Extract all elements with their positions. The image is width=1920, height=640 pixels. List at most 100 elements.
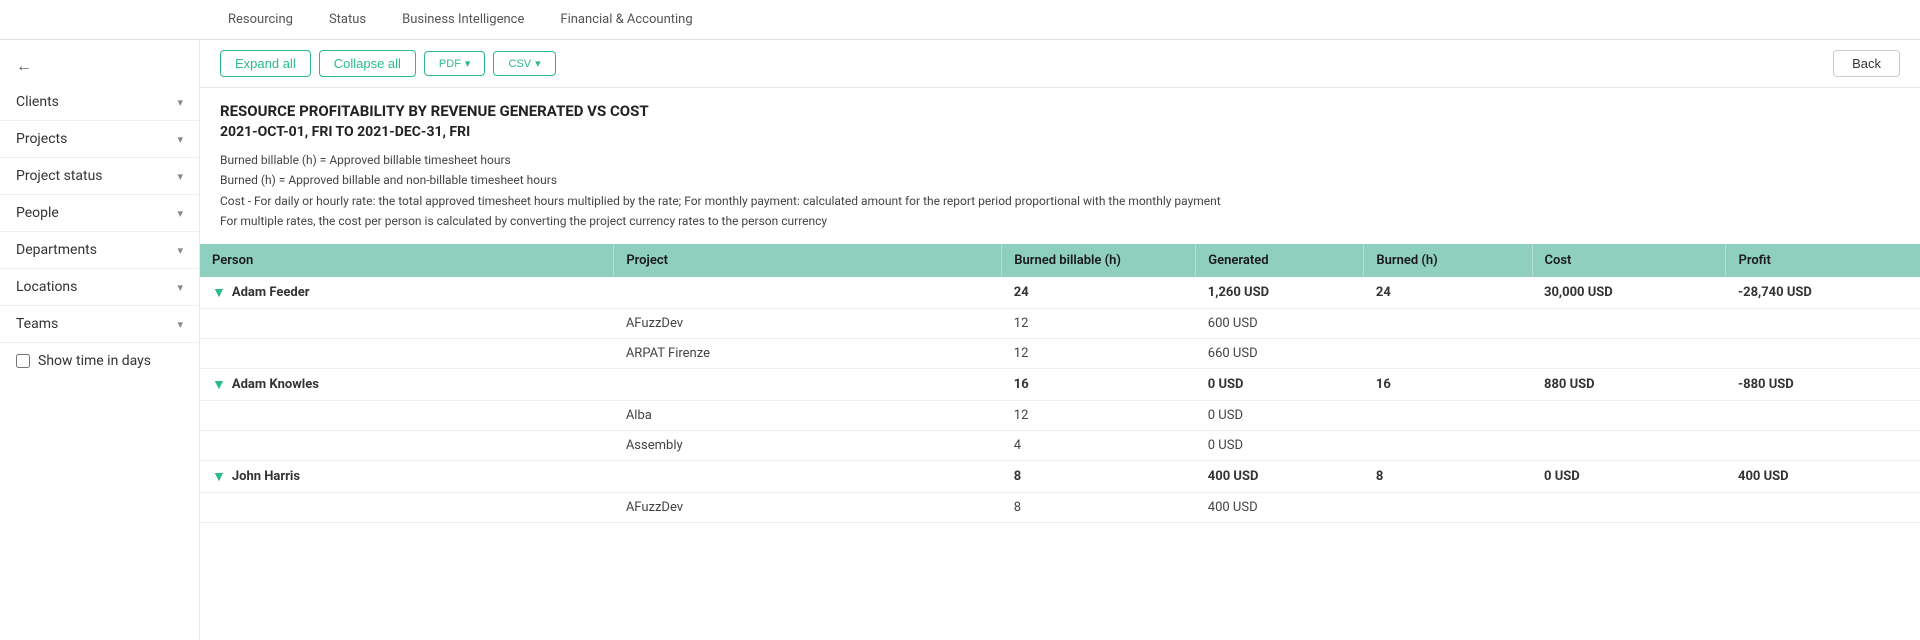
cell-burned-billable: 24 [1002, 277, 1196, 309]
pdf-button[interactable]: PDF ▾ [424, 51, 486, 76]
table-row-person[interactable]: ▼ Adam Feeder 24 1,260 USD 24 30,000 USD… [200, 277, 1920, 309]
chevron-down-icon: ▾ [177, 133, 183, 146]
sidebar-item-label-project-status: Project status [16, 168, 103, 184]
cell-cost [1532, 308, 1726, 338]
cell-project-name: Alba [614, 400, 1002, 430]
table-row-project: Alba 12 0 USD [200, 400, 1920, 430]
cell-burned-billable: 12 [1002, 400, 1196, 430]
cell-person-empty [200, 308, 614, 338]
person-name-text: John Harris [232, 469, 300, 484]
sidebar-item-teams[interactable]: Teams ▾ [0, 306, 199, 343]
report-title: RESOURCE PROFITABILITY BY REVENUE GENERA… [220, 102, 1900, 120]
table-row-person[interactable]: ▼ John Harris 8 400 USD 8 0 USD 400 USD [200, 460, 1920, 492]
cell-burned: 16 [1364, 368, 1532, 400]
cell-burned-billable: 12 [1002, 308, 1196, 338]
table-header-row: Person Project Burned billable (h) Gener… [200, 244, 1920, 277]
cell-person-empty [200, 430, 614, 460]
table-row-project: AFuzzDev 8 400 USD [200, 492, 1920, 522]
expand-all-button[interactable]: Expand all [220, 50, 311, 77]
cell-burned [1364, 400, 1532, 430]
cell-generated: 1,260 USD [1196, 277, 1364, 309]
cell-project-name: Assembly [614, 430, 1002, 460]
table-body: ▼ Adam Feeder 24 1,260 USD 24 30,000 USD… [200, 277, 1920, 523]
sidebar-item-label-departments: Departments [16, 242, 97, 258]
th-project: Project [614, 244, 1002, 277]
cell-profit: -28,740 USD [1726, 277, 1920, 309]
cell-person-empty [200, 492, 614, 522]
cell-generated: 600 USD [1196, 308, 1364, 338]
cell-cost [1532, 430, 1726, 460]
csv-button[interactable]: CSV ▾ [493, 51, 555, 76]
cell-profit [1726, 400, 1920, 430]
cell-cost [1532, 338, 1726, 368]
cell-generated: 0 USD [1196, 430, 1364, 460]
cell-person-empty [200, 338, 614, 368]
sidebar-item-label-clients: Clients [16, 94, 59, 110]
cell-burned-billable: 4 [1002, 430, 1196, 460]
show-time-in-days-checkbox[interactable] [16, 354, 30, 368]
chevron-down-icon: ▾ [177, 207, 183, 220]
back-icon: ← [16, 56, 32, 76]
report-table: Person Project Burned billable (h) Gener… [200, 244, 1920, 523]
cell-profit: -880 USD [1726, 368, 1920, 400]
th-profit: Profit [1726, 244, 1920, 277]
show-time-in-days-label: Show time in days [38, 353, 151, 369]
cell-profit: 400 USD [1726, 460, 1920, 492]
sidebar: ← Clients ▾ Projects ▾ Project status ▾ … [0, 40, 200, 640]
sidebar-item-projects[interactable]: Projects ▾ [0, 121, 199, 158]
cell-cost [1532, 492, 1726, 522]
sidebar-item-label-projects: Projects [16, 131, 67, 147]
nav-item-finance[interactable]: Financial & Accounting [542, 0, 710, 40]
toolbar: Expand all Collapse all PDF ▾ CSV ▾ Back [200, 40, 1920, 88]
cell-burned-billable: 8 [1002, 492, 1196, 522]
csv-label: CSV [508, 58, 531, 70]
chevron-down-icon: ▾ [177, 318, 183, 331]
legend-line-1: Burned billable (h) = Approved billable … [220, 150, 1900, 170]
th-burned-billable: Burned billable (h) [1002, 244, 1196, 277]
table-row-person[interactable]: ▼ Adam Knowles 16 0 USD 16 880 USD -880 … [200, 368, 1920, 400]
cell-burned-billable: 16 [1002, 368, 1196, 400]
back-arrow[interactable]: ← [0, 48, 199, 84]
content-area: Expand all Collapse all PDF ▾ CSV ▾ Back… [200, 40, 1920, 640]
cell-burned [1364, 338, 1532, 368]
sidebar-item-departments[interactable]: Departments ▾ [0, 232, 199, 269]
cell-person-name: ▼ Adam Feeder [200, 277, 614, 309]
person-name-text: Adam Feeder [232, 285, 310, 300]
sidebar-item-people[interactable]: People ▾ [0, 195, 199, 232]
legend-line-2: Burned (h) = Approved billable and non-b… [220, 170, 1900, 190]
cell-profit [1726, 430, 1920, 460]
chevron-down-icon: ▾ [465, 57, 471, 70]
cell-burned: 8 [1364, 460, 1532, 492]
cell-project [614, 368, 1002, 400]
cell-cost: 880 USD [1532, 368, 1726, 400]
collapse-icon[interactable]: ▼ [212, 284, 226, 301]
cell-burned [1364, 430, 1532, 460]
chevron-down-icon: ▾ [177, 244, 183, 257]
sidebar-item-locations[interactable]: Locations ▾ [0, 269, 199, 306]
chevron-down-icon: ▾ [177, 281, 183, 294]
nav-item-resourcing[interactable]: Resourcing [210, 0, 311, 40]
cell-cost: 0 USD [1532, 460, 1726, 492]
collapse-icon[interactable]: ▼ [212, 376, 226, 393]
nav-item-bi[interactable]: Business Intelligence [384, 0, 542, 40]
th-cost: Cost [1532, 244, 1726, 277]
back-button[interactable]: Back [1833, 50, 1900, 77]
collapse-icon[interactable]: ▼ [212, 468, 226, 485]
report-subtitle: 2021-OCT-01, FRI TO 2021-DEC-31, FRI [220, 124, 1900, 140]
sidebar-item-label-locations: Locations [16, 279, 77, 295]
legend-line-4: For multiple rates, the cost per person … [220, 211, 1900, 231]
top-nav: Resourcing Status Business Intelligence … [0, 0, 1920, 40]
table-row-project: ARPAT Firenze 12 660 USD [200, 338, 1920, 368]
collapse-all-button[interactable]: Collapse all [319, 50, 416, 77]
sidebar-item-clients[interactable]: Clients ▾ [0, 84, 199, 121]
chevron-down-icon: ▾ [177, 170, 183, 183]
sidebar-item-project-status[interactable]: Project status ▾ [0, 158, 199, 195]
table-row-project: AFuzzDev 12 600 USD [200, 308, 1920, 338]
report-legend: Burned billable (h) = Approved billable … [220, 150, 1900, 232]
cell-burned-billable: 12 [1002, 338, 1196, 368]
sidebar-item-label-people: People [16, 205, 59, 221]
nav-item-status[interactable]: Status [311, 0, 384, 40]
chevron-down-icon: ▾ [535, 57, 541, 70]
sidebar-item-label-teams: Teams [16, 316, 58, 332]
cell-project [614, 277, 1002, 309]
